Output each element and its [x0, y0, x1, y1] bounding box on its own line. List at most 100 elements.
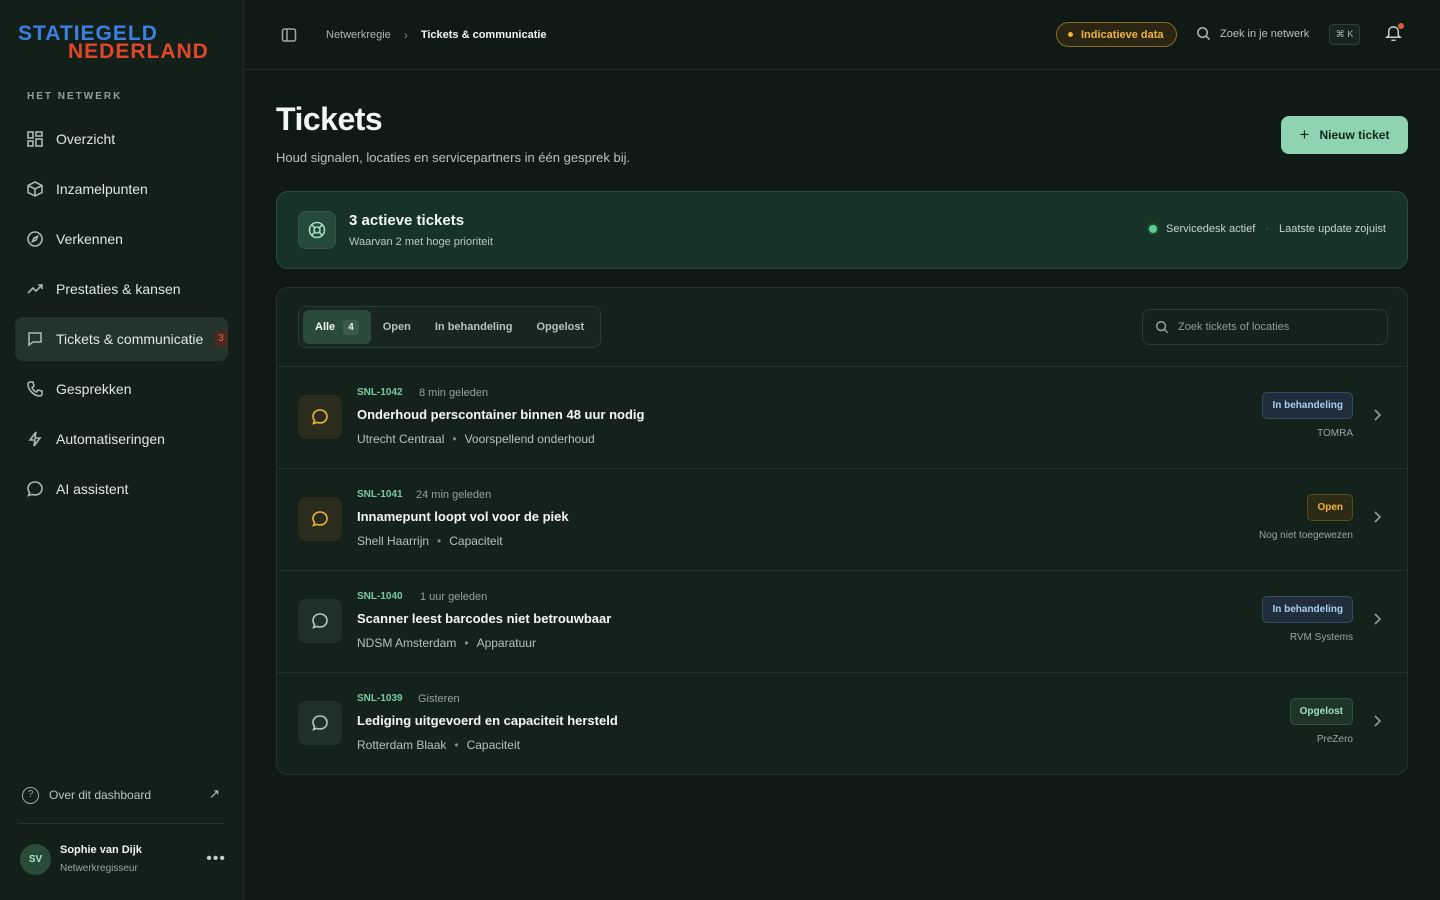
ticket-list-card: Alle 4 Open In behandeling Opgelost SNL-…	[276, 287, 1408, 775]
nav-section-label: HET NETWERK	[27, 91, 123, 102]
grid-icon	[26, 130, 44, 148]
ticket-partner: RVM Systems	[1289, 632, 1353, 643]
last-update-label: Laatste update zojuist	[1278, 223, 1386, 235]
tab-opgelost[interactable]: Opgelost	[525, 310, 597, 344]
sidebar-item-label: Verkennen	[56, 231, 123, 247]
servicedesk-status: Servicedesk actief · Laatste update zoju…	[1149, 223, 1386, 235]
ticket-category: Capaciteit	[449, 534, 503, 548]
ticket-row[interactable]: SNL-1040 1 uur geleden Scanner leest bar…	[277, 570, 1407, 672]
sidebar-nav: Overzicht Inzamelpunten Verkennen Presta…	[15, 117, 228, 517]
ticket-category: Capaciteit	[466, 738, 520, 752]
ticket-location: Utrecht Centraal	[357, 432, 445, 446]
chevron-right-icon[interactable]	[1370, 509, 1384, 527]
ticket-search-input[interactable]	[1178, 321, 1368, 333]
ticket-time: Gisteren	[418, 693, 460, 705]
ticket-title: Onderhoud perscontainer binnen 48 uur no…	[357, 407, 645, 422]
sidebar: STATIEGELD NEDERLAND HET NETWERK Overzic…	[0, 0, 244, 900]
bubble-icon	[26, 480, 44, 498]
breadcrumb-netwerkregie[interactable]: Netwerkregie	[326, 29, 391, 41]
sidebar-divider	[18, 823, 224, 824]
trend-icon	[26, 280, 44, 298]
bullet-separator: •	[452, 432, 457, 446]
global-search[interactable]: Zoek in je netwerk	[1196, 26, 1309, 41]
tab-alle[interactable]: Alle 4	[303, 310, 371, 344]
ticket-title: Innamepunt loopt vol voor de piek	[357, 509, 569, 524]
tab-open[interactable]: Open	[371, 310, 423, 344]
lifebuoy-icon	[298, 211, 336, 249]
chevron-right-icon[interactable]	[1370, 713, 1384, 731]
sidebar-item-tickets[interactable]: Tickets & communicatie 3	[15, 317, 228, 361]
ticket-summary-banner: 3 actieve tickets Waarvan 2 met hoge pri…	[276, 191, 1408, 269]
ticket-location: Shell Haarrijn	[357, 534, 430, 548]
new-ticket-label: Nieuw ticket	[1319, 128, 1390, 142]
ticket-meta: Utrecht Centraal • Voorspellend onderhou…	[357, 432, 595, 446]
ticket-meta: Shell Haarrijn • Capaciteit	[357, 534, 503, 548]
ticket-time: 1 uur geleden	[420, 591, 488, 603]
ticket-meta: Rotterdam Blaak • Capaciteit	[357, 738, 520, 752]
ticket-title: Scanner leest barcodes niet betrouwbaar	[357, 611, 612, 626]
ticket-category: Voorspellend onderhoud	[464, 432, 595, 446]
sidebar-item-ai-assistent[interactable]: AI assistent	[15, 467, 228, 511]
about-label: Over dit dashboard	[49, 788, 152, 802]
ticket-location: Rotterdam Blaak	[357, 738, 447, 752]
ticket-row[interactable]: SNL-1041 24 min geleden Innamepunt loopt…	[277, 468, 1407, 570]
brand-line-2: NEDERLAND	[68, 40, 209, 63]
sidebar-item-label: Prestaties & kansen	[56, 281, 181, 297]
ticket-filter-tabs: Alle 4 Open In behandeling Opgelost	[298, 306, 602, 348]
about-dashboard-link[interactable]: ? Over dit dashboard ↗	[22, 786, 222, 804]
ticket-location: NDSM Amsterdam	[357, 636, 457, 650]
new-ticket-button[interactable]: + Nieuw ticket	[1281, 116, 1408, 154]
ticket-partner: Nog niet toegewezen	[1259, 530, 1353, 541]
sidebar-item-gesprekken[interactable]: Gesprekken	[15, 367, 228, 411]
bullet-separator: •	[464, 636, 469, 650]
sidebar-item-verkennen[interactable]: Verkennen	[15, 217, 228, 261]
sidebar-item-label: Gesprekken	[56, 381, 132, 397]
search-shortcut: ⌘ K	[1329, 24, 1360, 45]
chat-icon	[298, 497, 342, 541]
avatar: SV	[20, 844, 51, 875]
topbar: Netwerkregie › Tickets & communicatie In…	[244, 0, 1440, 70]
ticket-partner: TOMRA	[1317, 428, 1353, 439]
sidebar-item-label: AI assistent	[56, 481, 129, 497]
breadcrumb-chevron-icon: ›	[403, 28, 408, 42]
sidebar-item-automatiseringen[interactable]: Automatiseringen	[15, 417, 228, 461]
tab-label: In behandeling	[434, 321, 513, 333]
more-options-icon[interactable]: •••	[206, 850, 226, 868]
ticket-time: 8 min geleden	[419, 387, 489, 399]
chevron-right-icon[interactable]	[1370, 611, 1384, 629]
bullet-separator: •	[454, 738, 459, 752]
chat-icon	[298, 599, 342, 643]
user-profile[interactable]: SV Sophie van Dijk Netwerkregisseur •••	[20, 844, 226, 878]
notifications-button[interactable]	[1384, 23, 1404, 44]
bolt-icon	[26, 430, 44, 448]
ticket-row[interactable]: SNL-1042 8 min geleden Onderhoud perscon…	[277, 366, 1407, 468]
help-icon: ?	[22, 786, 39, 804]
servicedesk-label: Servicedesk actief	[1166, 223, 1256, 235]
tab-in-behandeling[interactable]: In behandeling	[423, 310, 525, 344]
active-tickets-title: 3 actieve tickets	[349, 212, 465, 229]
external-arrow-icon: ↗	[209, 786, 220, 801]
global-search-label: Zoek in je netwerk	[1220, 27, 1310, 40]
ticket-row[interactable]: SNL-1039 Gisteren Lediging uitgevoerd en…	[277, 672, 1407, 774]
sidebar-item-label: Overzicht	[56, 131, 116, 147]
active-tickets-subtitle: Waarvan 2 met hoge prioriteit	[349, 236, 493, 248]
brand-logo[interactable]: STATIEGELD NEDERLAND	[18, 22, 228, 64]
ticket-time: 24 min geleden	[416, 489, 492, 501]
sidebar-item-inzamelpunten[interactable]: Inzamelpunten	[15, 167, 228, 211]
sidebar-toggle-icon[interactable]	[281, 27, 297, 43]
ticket-title: Lediging uitgevoerd en capaciteit herste…	[357, 713, 618, 728]
ticket-meta: NDSM Amsterdam • Apparatuur	[357, 636, 536, 650]
chat-icon	[298, 395, 342, 439]
sidebar-item-prestaties[interactable]: Prestaties & kansen	[15, 267, 228, 311]
status-badge: Open	[1307, 494, 1353, 521]
tab-label: Alle	[315, 321, 336, 333]
ticket-partner: PreZero	[1316, 734, 1353, 745]
status-dot	[1068, 32, 1073, 37]
status-badge: In behandeling	[1262, 392, 1353, 419]
plus-icon: +	[1299, 125, 1310, 144]
sidebar-item-overzicht[interactable]: Overzicht	[15, 117, 228, 161]
breadcrumb: Netwerkregie › Tickets & communicatie	[326, 28, 547, 42]
chevron-right-icon[interactable]	[1370, 407, 1384, 425]
indicative-data-badge: Indicatieve data	[1056, 22, 1177, 47]
ticket-search-field[interactable]	[1142, 309, 1388, 345]
